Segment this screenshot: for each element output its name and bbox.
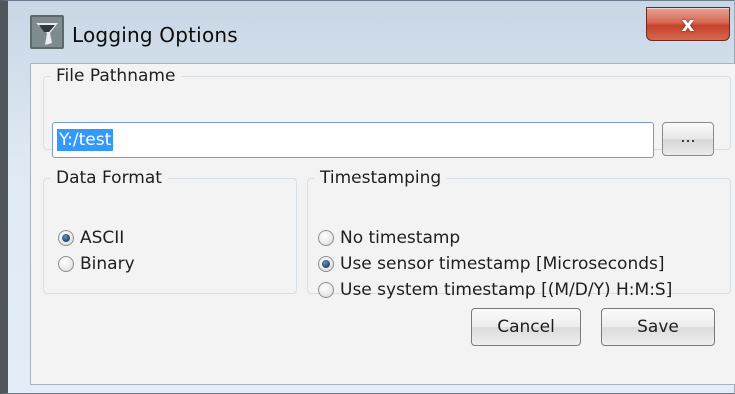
radio-ascii-indicator[interactable] (58, 230, 74, 246)
radio-ascii[interactable]: ASCII (58, 228, 124, 248)
file-path-input[interactable]: Y:/test (52, 122, 654, 158)
radio-system-timestamp-label: Use system timestamp [(M/D/Y) H:M:S] (340, 280, 673, 300)
save-button[interactable]: Save (601, 308, 715, 346)
close-icon: x (681, 12, 695, 36)
close-button[interactable]: x (646, 7, 730, 41)
cancel-button[interactable]: Cancel (471, 308, 581, 346)
radio-binary[interactable]: Binary (58, 254, 135, 274)
radio-no-timestamp-label: No timestamp (340, 228, 461, 248)
radio-no-timestamp-indicator[interactable] (318, 230, 334, 246)
radio-binary-indicator[interactable] (58, 256, 74, 272)
radio-sensor-timestamp-indicator[interactable] (318, 256, 334, 272)
radio-no-timestamp[interactable]: No timestamp (318, 228, 460, 248)
radio-binary-label: Binary (80, 254, 135, 274)
browse-button[interactable]: ... (662, 122, 714, 156)
file-pathname-group: File Pathname Y:/test ... (43, 66, 731, 158)
title-bar[interactable]: Logging Options x (8, 1, 734, 63)
radio-sensor-timestamp-label: Use sensor timestamp [Microseconds] (340, 254, 665, 274)
dialog-body: File Pathname Y:/test ... Data Format AS… (30, 63, 735, 385)
app-icon (30, 15, 64, 49)
file-pathname-legend: File Pathname (56, 66, 176, 86)
timestamping-group: Timestamping No timestamp Use sensor tim… (307, 168, 731, 300)
window-title: Logging Options (72, 23, 238, 47)
logging-options-window: Logging Options x File Pathname Y:/test … (0, 0, 735, 394)
radio-sensor-timestamp[interactable]: Use sensor timestamp [Microseconds] (318, 254, 665, 274)
data-format-group: Data Format ASCII Binary (43, 168, 297, 294)
radio-system-timestamp-indicator[interactable] (318, 282, 334, 298)
radio-ascii-label: ASCII (80, 228, 125, 248)
timestamping-legend: Timestamping (320, 168, 442, 188)
file-path-value: Y:/test (57, 129, 114, 151)
radio-system-timestamp[interactable]: Use system timestamp [(M/D/Y) H:M:S] (318, 280, 672, 300)
data-format-legend: Data Format (56, 168, 162, 188)
